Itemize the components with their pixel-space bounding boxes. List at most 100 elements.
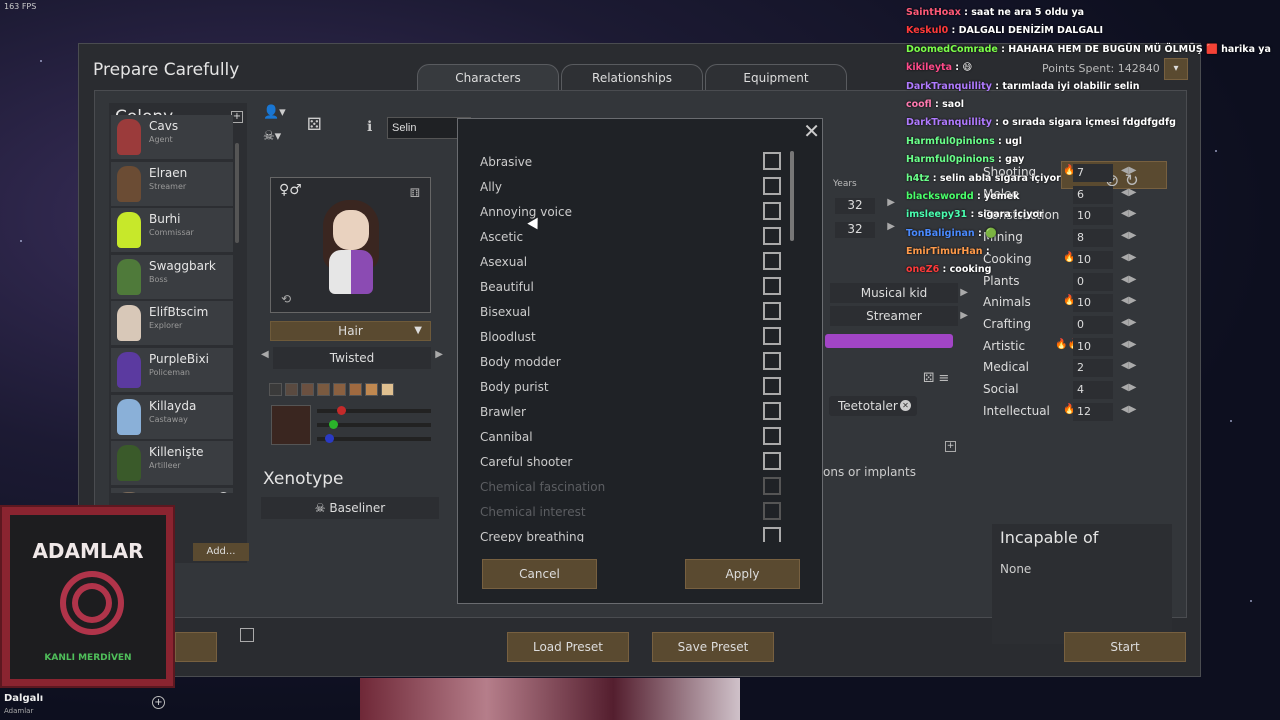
color-swatch[interactable] [269, 383, 282, 396]
previous-style-icon[interactable]: ◀ [261, 349, 269, 360]
trait-checkbox[interactable] [763, 527, 781, 542]
trait-checkbox[interactable] [763, 402, 781, 420]
trait-checkbox[interactable] [763, 252, 781, 270]
color-swatch[interactable] [333, 383, 346, 396]
chat-username[interactable]: Harmful0pinions [906, 136, 995, 147]
trait-option[interactable]: Abrasive [480, 151, 786, 176]
trait-checkbox[interactable] [763, 227, 781, 245]
apply-button[interactable]: Apply [685, 559, 800, 589]
trait-checkbox[interactable] [763, 452, 781, 470]
pawn-list-item[interactable]: ...enge...ner✕ [111, 487, 233, 493]
skill-value[interactable]: 2 [1073, 359, 1113, 378]
info-icon[interactable]: ℹ [367, 119, 372, 135]
trait-option[interactable]: Careful shooter [480, 451, 786, 476]
pawn-list-item[interactable]: Cavs Agent [111, 115, 233, 159]
back-button[interactable] [175, 632, 217, 662]
save-preset-button[interactable]: Save Preset [652, 632, 774, 662]
color-swatch[interactable] [381, 383, 394, 396]
pawn-list-item[interactable]: PurpleBixi Policeman [111, 347, 233, 392]
start-button[interactable]: Start [1064, 632, 1186, 662]
chat-username[interactable]: oneZ6 [906, 264, 939, 275]
green-slider-knob[interactable] [329, 420, 338, 429]
age-increase-icon[interactable]: ▶ [887, 221, 895, 232]
skill-value[interactable]: 0 [1073, 315, 1113, 334]
next-icon[interactable]: ▶ [960, 306, 968, 326]
chrono-age-value[interactable]: 32 [835, 222, 875, 238]
chat-username[interactable]: EmirTimurHan [906, 246, 983, 257]
blue-slider-knob[interactable] [325, 434, 334, 443]
remove-pawn-icon[interactable]: ✕ [218, 491, 229, 493]
pawn-list-item[interactable]: Elraen Streamer [111, 161, 233, 206]
trait-checkbox[interactable] [763, 327, 781, 345]
person-icon[interactable]: 👤▾ [263, 105, 286, 120]
chat-username[interactable]: SaintHoax [906, 7, 961, 18]
chat-username[interactable]: imsleepy31 [906, 209, 967, 220]
trait-option[interactable]: Beautiful [480, 276, 786, 301]
gender-toggle-icon[interactable]: ♀♂ [279, 182, 302, 198]
trait-checkbox[interactable] [763, 177, 781, 195]
skill-adjust-arrows-icon[interactable]: ◀▶ [1121, 360, 1136, 371]
color-swatch[interactable] [349, 383, 362, 396]
remove-trait-icon[interactable]: ✕ [900, 400, 911, 411]
trait-checkbox[interactable] [763, 277, 781, 295]
trait-option[interactable]: Ascetic [480, 226, 786, 251]
appearance-part-select[interactable]: Hair ▼ [270, 321, 431, 341]
cancel-button[interactable]: Cancel [482, 559, 597, 589]
chat-username[interactable]: Harmful0pinions [906, 154, 995, 165]
favorite-color-bar[interactable] [825, 334, 953, 348]
randomize-traits-icon[interactable]: ⚄ ≡ [923, 371, 949, 386]
randomize-dice-icon[interactable]: ⚄ [307, 115, 322, 135]
skill-adjust-arrows-icon[interactable]: ◀▶ [1121, 404, 1136, 415]
trait-tag[interactable]: Teetotaler ✕ [829, 396, 917, 416]
add-implant-icon[interactable]: + [945, 441, 956, 452]
rotate-icon[interactable]: ⟲ [281, 292, 291, 306]
tab-characters[interactable]: Characters [417, 64, 559, 90]
chat-username[interactable]: TonBaliginan [906, 228, 975, 239]
pawn-list-item[interactable]: Burhi Commissar [111, 208, 233, 253]
blue-slider[interactable] [317, 434, 431, 443]
trait-list-scrollbar[interactable] [790, 151, 794, 241]
close-icon[interactable]: ✕ [803, 119, 820, 143]
red-slider[interactable] [317, 406, 431, 415]
chat-username[interactable]: DarkTranquillity [906, 117, 992, 128]
childhood-backstory[interactable]: Musical kid ▶ [830, 283, 968, 303]
trait-option[interactable]: Body purist [480, 376, 786, 401]
next-icon[interactable]: ▶ [960, 283, 968, 303]
skill-value[interactable]: 10 [1073, 294, 1113, 313]
pawn-list-item[interactable]: Swaggbark Boss [111, 254, 233, 299]
pawn-list-scrollbar[interactable] [235, 143, 239, 243]
color-swatch[interactable] [317, 383, 330, 396]
trait-option[interactable]: Body modder [480, 351, 786, 376]
tab-relationships[interactable]: Relationships [561, 64, 703, 90]
trait-checkbox[interactable] [763, 152, 781, 170]
trait-option[interactable]: Cannibal [480, 426, 786, 451]
age-increase-icon[interactable]: ▶ [887, 197, 895, 208]
chat-username[interactable]: h4tz [906, 173, 929, 184]
color-swatch[interactable] [365, 383, 378, 396]
skull-icon[interactable]: ☠▾ [263, 129, 281, 144]
pawn-list-item[interactable]: Killenişte Artilleer [111, 441, 233, 486]
chat-username[interactable]: blackswordd [906, 191, 974, 202]
green-slider[interactable] [317, 420, 431, 429]
xenotype-select[interactable]: ☠ Baseliner [261, 497, 439, 519]
red-slider-knob[interactable] [337, 406, 346, 415]
trait-option[interactable]: Bloodlust [480, 326, 786, 351]
save-icon[interactable] [240, 628, 254, 642]
chat-username[interactable]: DarkTranquillity [906, 81, 992, 92]
skill-value[interactable]: 12 [1073, 402, 1113, 421]
skill-adjust-arrows-icon[interactable]: ◀▶ [1121, 339, 1136, 350]
chat-username[interactable]: Keskul0 [906, 25, 948, 36]
trait-checkbox[interactable] [763, 377, 781, 395]
chat-username[interactable]: DoomedComrade [906, 44, 998, 55]
adulthood-backstory[interactable]: Streamer ▶ [830, 306, 968, 326]
trait-checkbox[interactable] [763, 352, 781, 370]
add-to-library-icon[interactable]: + [152, 696, 165, 709]
chat-username[interactable]: kikileyta [906, 62, 952, 73]
skill-adjust-arrows-icon[interactable]: ◀▶ [1121, 295, 1136, 306]
color-swatch[interactable] [285, 383, 298, 396]
next-style-icon[interactable]: ▶ [435, 349, 443, 360]
trait-option[interactable]: Annoying voice [480, 201, 786, 226]
skill-adjust-arrows-icon[interactable]: ◀▶ [1121, 317, 1136, 328]
trait-option[interactable]: Ally [480, 176, 786, 201]
load-preset-button[interactable]: Load Preset [507, 632, 629, 662]
